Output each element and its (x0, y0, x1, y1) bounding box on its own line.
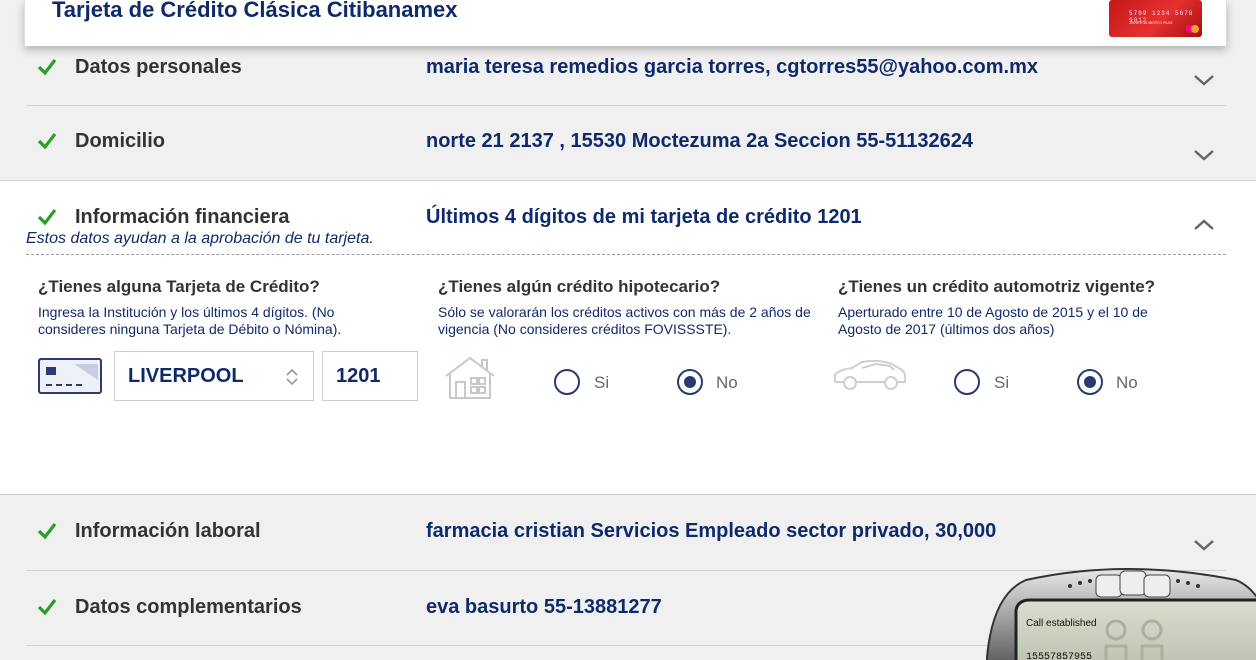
auto-loan-question: ¿Tienes un crédito automotriz vigente? (838, 277, 1156, 296)
page-title: Tarjeta de Crédito Clásica Citibanamex (52, 0, 458, 22)
softphone-status: Call established (1026, 618, 1097, 629)
section-informacion-laboral[interactable]: Información laboral farmacia cristian Se… (0, 495, 1256, 571)
mortgage-no-radio[interactable] (677, 369, 703, 395)
credit-card-icon (38, 358, 102, 394)
card-name-text: JAVIER ALBERTO RUIZ (1129, 20, 1173, 25)
credit-card-image: 5769 1234 5678 9012 JAVIER ALBERTO RUIZ (1109, 0, 1202, 37)
section-label: Domicilio (75, 130, 166, 152)
mortgage-yes-radio[interactable] (554, 369, 580, 395)
section-value: norte 21 2137 , 15530 Moctezuma 2a Secci… (426, 130, 974, 152)
chevron-down-icon[interactable] (1193, 538, 1215, 552)
section-domicilio[interactable]: Domicilio norte 21 2137 , 15530 Moctezum… (0, 106, 1256, 180)
last4-digits-input[interactable]: 1201 (322, 351, 418, 401)
help-text: Estos datos ayudan a la aprobación de tu… (26, 230, 374, 247)
select-arrows-icon (286, 368, 298, 386)
chevron-down-icon[interactable] (1193, 148, 1215, 162)
checkmark-icon (37, 599, 57, 616)
credit-card-description: Ingresa la Institución y los últimos 4 d… (38, 304, 342, 337)
section-value: Últimos 4 dígitos de mi tarjeta de crédi… (426, 206, 862, 228)
auto-no-label[interactable]: No (1116, 373, 1138, 393)
institution-value: LIVERPOOL (128, 365, 244, 387)
auto-yes-label[interactable]: Si (994, 373, 1009, 393)
section-value: farmacia cristian Servicios Empleado sec… (426, 520, 997, 542)
section-label: Información financiera (75, 206, 290, 228)
institution-select[interactable]: LIVERPOOL (114, 351, 314, 401)
auto-yes-radio[interactable] (954, 369, 980, 395)
auto-no-radio[interactable] (1077, 369, 1103, 395)
house-icon (445, 356, 495, 399)
section-label: Datos complementarios (75, 596, 302, 618)
section-value: eva basurto 55-13881277 (426, 596, 662, 618)
section-informacion-financiera: Información financiera Últimos 4 dígitos… (0, 180, 1256, 495)
chevron-up-icon[interactable] (1193, 218, 1215, 232)
mortgage-question: ¿Tienes algún crédito hipotecario? (438, 277, 721, 296)
section-value: maria teresa remedios garcia torres, cgt… (426, 56, 1039, 78)
softphone-number: 15557857955 (1026, 652, 1093, 660)
checkmark-icon (37, 59, 57, 76)
chevron-down-icon[interactable] (1193, 73, 1215, 87)
mastercard-logo-circle (1191, 25, 1199, 33)
softphone-widget[interactable] (986, 566, 1256, 660)
section-label: Datos personales (75, 56, 242, 78)
mortgage-description: Sólo se valorarán los créditos activos c… (438, 304, 811, 337)
auto-loan-description: Aperturado entre 10 de Agosto de 2015 y … (838, 304, 1148, 337)
checkmark-icon (37, 523, 57, 540)
car-icon (834, 359, 907, 390)
dashed-divider (26, 254, 1226, 255)
credit-card-question: ¿Tienes alguna Tarjeta de Crédito? (38, 277, 320, 296)
mortgage-yes-label[interactable]: Si (594, 373, 609, 393)
mortgage-no-label[interactable]: No (716, 373, 738, 393)
checkmark-icon (37, 133, 57, 150)
product-header: Tarjeta de Crédito Clásica Citibanamex 5… (24, 0, 1227, 46)
checkmark-icon (37, 209, 57, 226)
last4-digits-value: 1201 (336, 365, 381, 387)
section-label: Información laboral (75, 520, 261, 542)
